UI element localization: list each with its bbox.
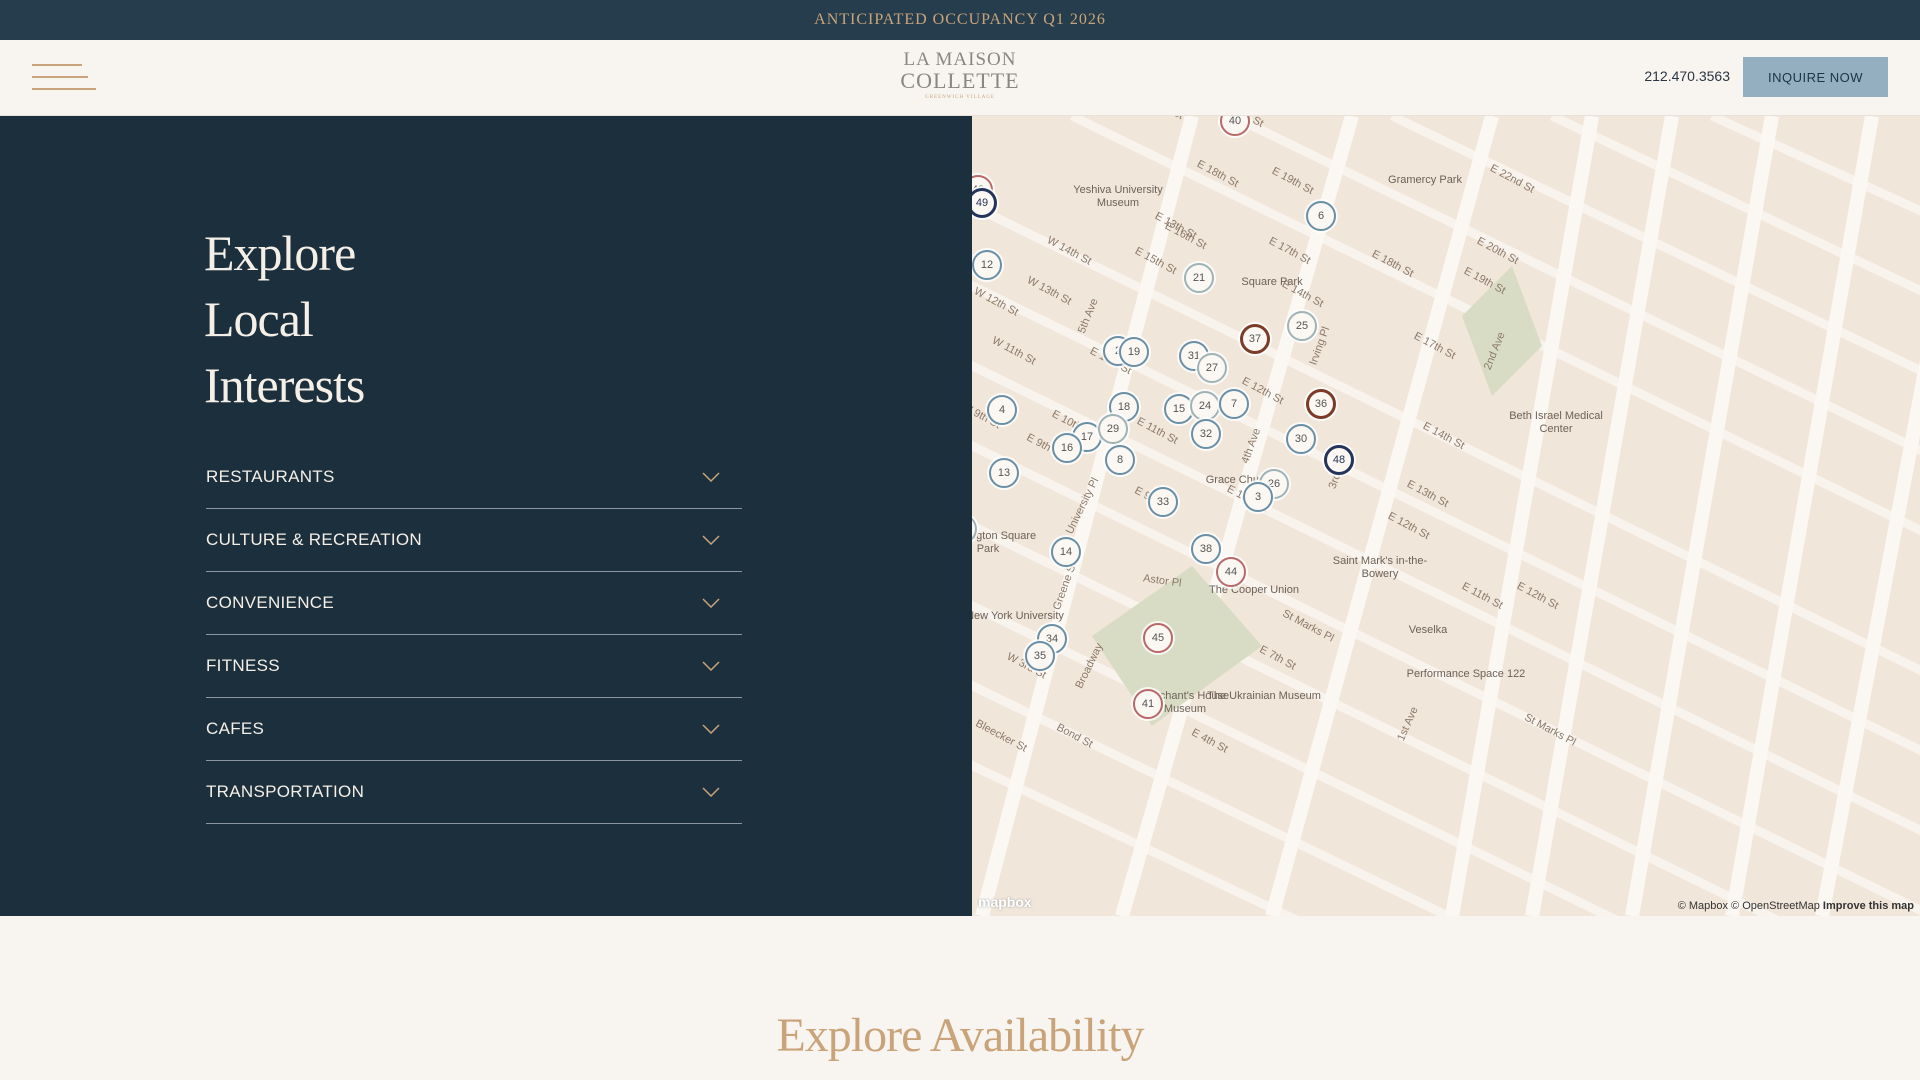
category-cafes[interactable]: CAFES	[206, 698, 742, 761]
map-marker[interactable]: 24	[1190, 391, 1220, 421]
category-culture-recreation[interactable]: CULTURE & RECREATION	[206, 509, 742, 572]
chevron-down-icon	[702, 787, 720, 797]
map-marker[interactable]: 32	[1191, 419, 1221, 449]
place-label: New York University	[972, 610, 1064, 622]
map-base	[972, 116, 1920, 916]
map-marker[interactable]: 30	[1286, 424, 1316, 454]
map-marker[interactable]: 36	[1306, 389, 1336, 419]
chevron-down-icon	[702, 535, 720, 545]
place-label: Gramercy Park	[1388, 174, 1462, 186]
chevron-down-icon	[702, 661, 720, 671]
category-accordion: RESTAURANTS CULTURE & RECREATION CONVENI…	[206, 446, 742, 824]
inquire-now-button[interactable]: INQUIRE NOW	[1743, 57, 1888, 97]
heading-line: Local	[204, 291, 314, 347]
map-marker[interactable]: 13	[989, 458, 1019, 488]
explore-heading: Explore Local Interests	[204, 220, 365, 418]
map-marker[interactable]: 48	[1324, 445, 1354, 475]
map-marker[interactable]: 35	[1025, 641, 1055, 671]
place-label: Saint Mark's in-the-Bowery	[1332, 555, 1428, 580]
logo-line-2: COLLETTE	[900, 68, 1020, 93]
category-restaurants[interactable]: RESTAURANTS	[206, 446, 742, 509]
map-marker[interactable]: 7	[1219, 389, 1249, 419]
map-attribution[interactable]: © Mapbox © OpenStreetMap Improve this ma…	[1678, 900, 1914, 912]
map-marker[interactable]: 16	[1052, 433, 1082, 463]
category-label: FITNESS	[206, 656, 280, 675]
category-label: CONVENIENCE	[206, 593, 334, 612]
improve-map-link[interactable]: Improve this map	[1823, 900, 1914, 912]
map-marker[interactable]: 33	[1148, 487, 1178, 517]
attribution-text: © Mapbox © OpenStreetMap	[1677, 900, 1820, 912]
map-marker[interactable]: 45	[1143, 623, 1173, 653]
map-marker[interactable]: 38	[1191, 534, 1221, 564]
logo-line-1: LA MAISON	[903, 49, 1017, 70]
place-label: Yeshiva University Museum	[1073, 184, 1163, 209]
map-marker[interactable]: 12	[972, 250, 1002, 280]
map-marker[interactable]: 3	[1243, 482, 1273, 512]
phone-link[interactable]: 212.470.3563	[1620, 68, 1730, 84]
mapbox-logo[interactable]: mapbox	[978, 894, 1032, 910]
chevron-down-icon	[702, 598, 720, 608]
interactive-map[interactable]: mapbox © Mapbox © OpenStreetMap Improve …	[972, 116, 1920, 916]
site-header: LA MAISON COLLETTE GREENWICH VILLAGE 212…	[0, 40, 1920, 116]
map-marker[interactable]: 27	[1197, 353, 1227, 383]
category-label: RESTAURANTS	[206, 467, 335, 486]
chevron-down-icon	[702, 724, 720, 734]
availability-section: Explore Availability	[0, 916, 1920, 1080]
category-fitness[interactable]: FITNESS	[206, 635, 742, 698]
map-marker[interactable]: 4	[987, 395, 1017, 425]
map-marker[interactable]: 29	[1098, 414, 1128, 444]
heading-line: Explore	[204, 225, 356, 281]
map-marker[interactable]: 25	[1287, 311, 1317, 341]
announcement-banner: ANTICIPATED OCCUPANCY Q1 2026	[0, 0, 1920, 40]
map-marker[interactable]: 8	[1105, 445, 1135, 475]
availability-title: Explore Availability	[776, 1009, 1144, 1062]
map-marker[interactable]: 41	[1133, 689, 1163, 719]
place-label: The Bitter End	[972, 657, 982, 670]
category-convenience[interactable]: CONVENIENCE	[206, 572, 742, 635]
logo-line-3: GREENWICH VILLAGE	[925, 95, 995, 100]
place-label: Veselka	[1408, 624, 1448, 636]
banner-text: ANTICIPATED OCCUPANCY Q1 2026	[814, 11, 1106, 28]
explore-panel: Explore Local Interests RESTAURANTS CULT…	[0, 116, 972, 916]
place-label: Beth Israel Medical Center	[1509, 410, 1603, 435]
category-label: CAFES	[206, 719, 265, 738]
place-label: Performance Space 122	[1406, 668, 1526, 680]
place-label: Square Park	[1241, 276, 1303, 288]
map-marker[interactable]: 6	[1306, 201, 1336, 231]
hamburger-icon[interactable]	[32, 64, 96, 92]
chevron-down-icon	[702, 472, 720, 482]
heading-line: Interests	[204, 357, 365, 413]
map-marker[interactable]: 21	[1184, 263, 1214, 293]
site-logo[interactable]: LA MAISON COLLETTE GREENWICH VILLAGE	[900, 50, 1020, 108]
place-label: The Cooper Union	[1209, 584, 1299, 596]
category-transportation[interactable]: TRANSPORTATION	[206, 761, 742, 824]
map-marker[interactable]: 44	[1216, 557, 1246, 587]
map-marker[interactable]: 19	[1119, 337, 1149, 367]
category-label: TRANSPORTATION	[206, 782, 365, 801]
map-marker[interactable]: 37	[1240, 324, 1270, 354]
place-label: Washington Square Park	[972, 530, 1037, 555]
category-label: CULTURE & RECREATION	[206, 530, 423, 549]
map-marker[interactable]: 14	[1051, 537, 1081, 567]
